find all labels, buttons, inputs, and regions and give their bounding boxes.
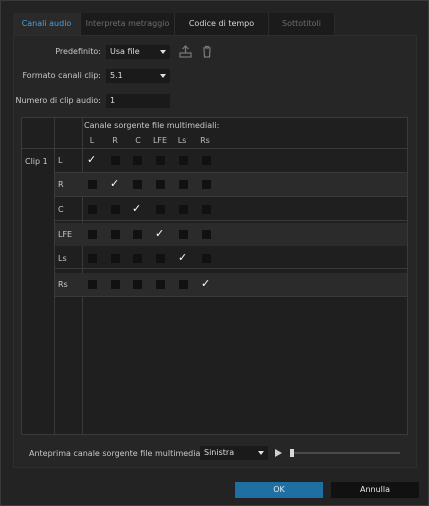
preview-dropdown[interactable]: Sinistra — [200, 446, 268, 460]
play-icon[interactable] — [274, 448, 283, 458]
preview-scrubber[interactable] — [290, 452, 400, 454]
row-label: LFE — [58, 230, 73, 239]
preset-value: Usa file — [110, 47, 140, 56]
channel-checkbox[interactable] — [133, 280, 142, 289]
channel-checkbox-checked[interactable]: ✓ — [110, 178, 119, 189]
channel-checkbox[interactable] — [156, 180, 165, 189]
channel-checkbox[interactable] — [179, 156, 188, 165]
channel-checkbox[interactable] — [156, 280, 165, 289]
column-header: C — [135, 136, 141, 145]
channel-checkbox[interactable] — [133, 230, 142, 239]
column-header: L — [89, 136, 95, 145]
tab-bar: Canali audio Interpreta metraggio Codice… — [13, 13, 335, 35]
channel-checkbox[interactable] — [111, 156, 120, 165]
channel-checkbox-checked[interactable]: ✓ — [201, 278, 210, 289]
row-label: R — [58, 180, 64, 189]
row-label: L — [58, 156, 63, 165]
channel-checkbox-checked[interactable]: ✓ — [132, 203, 141, 214]
ok-button[interactable]: OK — [235, 482, 323, 498]
channel-checkbox[interactable] — [179, 280, 188, 289]
channel-checkbox[interactable] — [111, 254, 120, 263]
channel-checkbox-checked[interactable]: ✓ — [155, 228, 164, 239]
preview-value: Sinistra — [204, 448, 235, 457]
format-label: Formato canali clip: — [22, 71, 101, 80]
channel-checkbox[interactable] — [88, 280, 97, 289]
tab-canali-audio[interactable]: Canali audio — [13, 13, 81, 35]
channel-checkbox[interactable] — [111, 230, 120, 239]
row-label: Rs — [58, 280, 68, 289]
channel-checkbox[interactable] — [88, 205, 97, 214]
divider — [55, 268, 407, 269]
clip-label: Clip 1 — [25, 157, 48, 166]
column-header: Ls — [177, 136, 187, 145]
channel-checkbox[interactable] — [111, 280, 120, 289]
divider — [55, 296, 407, 297]
channel-checkbox-checked[interactable]: ✓ — [178, 252, 187, 263]
preset-dropdown[interactable]: Usa file — [106, 45, 170, 59]
format-dropdown[interactable]: 5.1 — [106, 69, 170, 83]
matrix-row-band — [55, 223, 407, 246]
channel-checkbox[interactable] — [133, 156, 142, 165]
save-preset-icon[interactable] — [179, 45, 192, 58]
matrix-row-band — [55, 273, 407, 296]
chevron-down-icon — [160, 74, 166, 78]
chevron-down-icon — [160, 50, 166, 54]
matrix-header: Canale sorgente file multimediali: — [84, 121, 220, 130]
channel-checkbox-checked[interactable]: ✓ — [87, 154, 96, 165]
channel-checkbox[interactable] — [202, 205, 211, 214]
channel-checkbox[interactable] — [156, 254, 165, 263]
preview-label: Anteprima canale sorgente file multimedi… — [29, 449, 208, 458]
row-label: Ls — [58, 254, 67, 263]
clip-count-label: Numero di clip audio: — [15, 96, 102, 105]
channel-checkbox[interactable] — [156, 205, 165, 214]
scrubber-handle[interactable] — [290, 449, 294, 457]
matrix-row-band — [55, 173, 407, 196]
format-value: 5.1 — [110, 71, 123, 80]
column-header: Rs — [200, 136, 210, 145]
column-header: LFE — [152, 136, 168, 145]
row-label: C — [58, 205, 64, 214]
divider — [55, 196, 407, 197]
channel-checkbox[interactable] — [202, 254, 211, 263]
channel-checkbox[interactable] — [88, 254, 97, 263]
channel-checkbox[interactable] — [88, 180, 97, 189]
channel-checkbox[interactable] — [88, 230, 97, 239]
tab-sottotitoli[interactable]: Sottotitoli — [269, 13, 335, 35]
channel-checkbox[interactable] — [133, 180, 142, 189]
clip-settings-dialog: Canali audio Interpreta metraggio Codice… — [0, 0, 429, 506]
channel-checkbox[interactable] — [179, 205, 188, 214]
clip-count-input[interactable]: 1 — [106, 94, 170, 108]
clip-count-value: 1 — [110, 96, 116, 105]
divider — [55, 220, 407, 221]
preset-label: Predefinito: — [55, 47, 101, 56]
channel-checkbox[interactable] — [202, 230, 211, 239]
channel-checkbox[interactable] — [133, 254, 142, 263]
tab-interpreta-metraggio[interactable]: Interpreta metraggio — [81, 13, 175, 35]
chevron-down-icon — [258, 451, 264, 455]
trash-icon[interactable] — [201, 45, 213, 58]
channel-checkbox[interactable] — [202, 180, 211, 189]
channel-checkbox[interactable] — [202, 156, 211, 165]
channel-checkbox[interactable] — [179, 230, 188, 239]
column-header: R — [112, 136, 118, 145]
cancel-button[interactable]: Annulla — [331, 482, 419, 498]
channel-checkbox[interactable] — [179, 180, 188, 189]
channel-checkbox[interactable] — [156, 156, 165, 165]
channel-checkbox[interactable] — [111, 205, 120, 214]
tab-codice-di-tempo[interactable]: Codice di tempo — [175, 13, 269, 35]
